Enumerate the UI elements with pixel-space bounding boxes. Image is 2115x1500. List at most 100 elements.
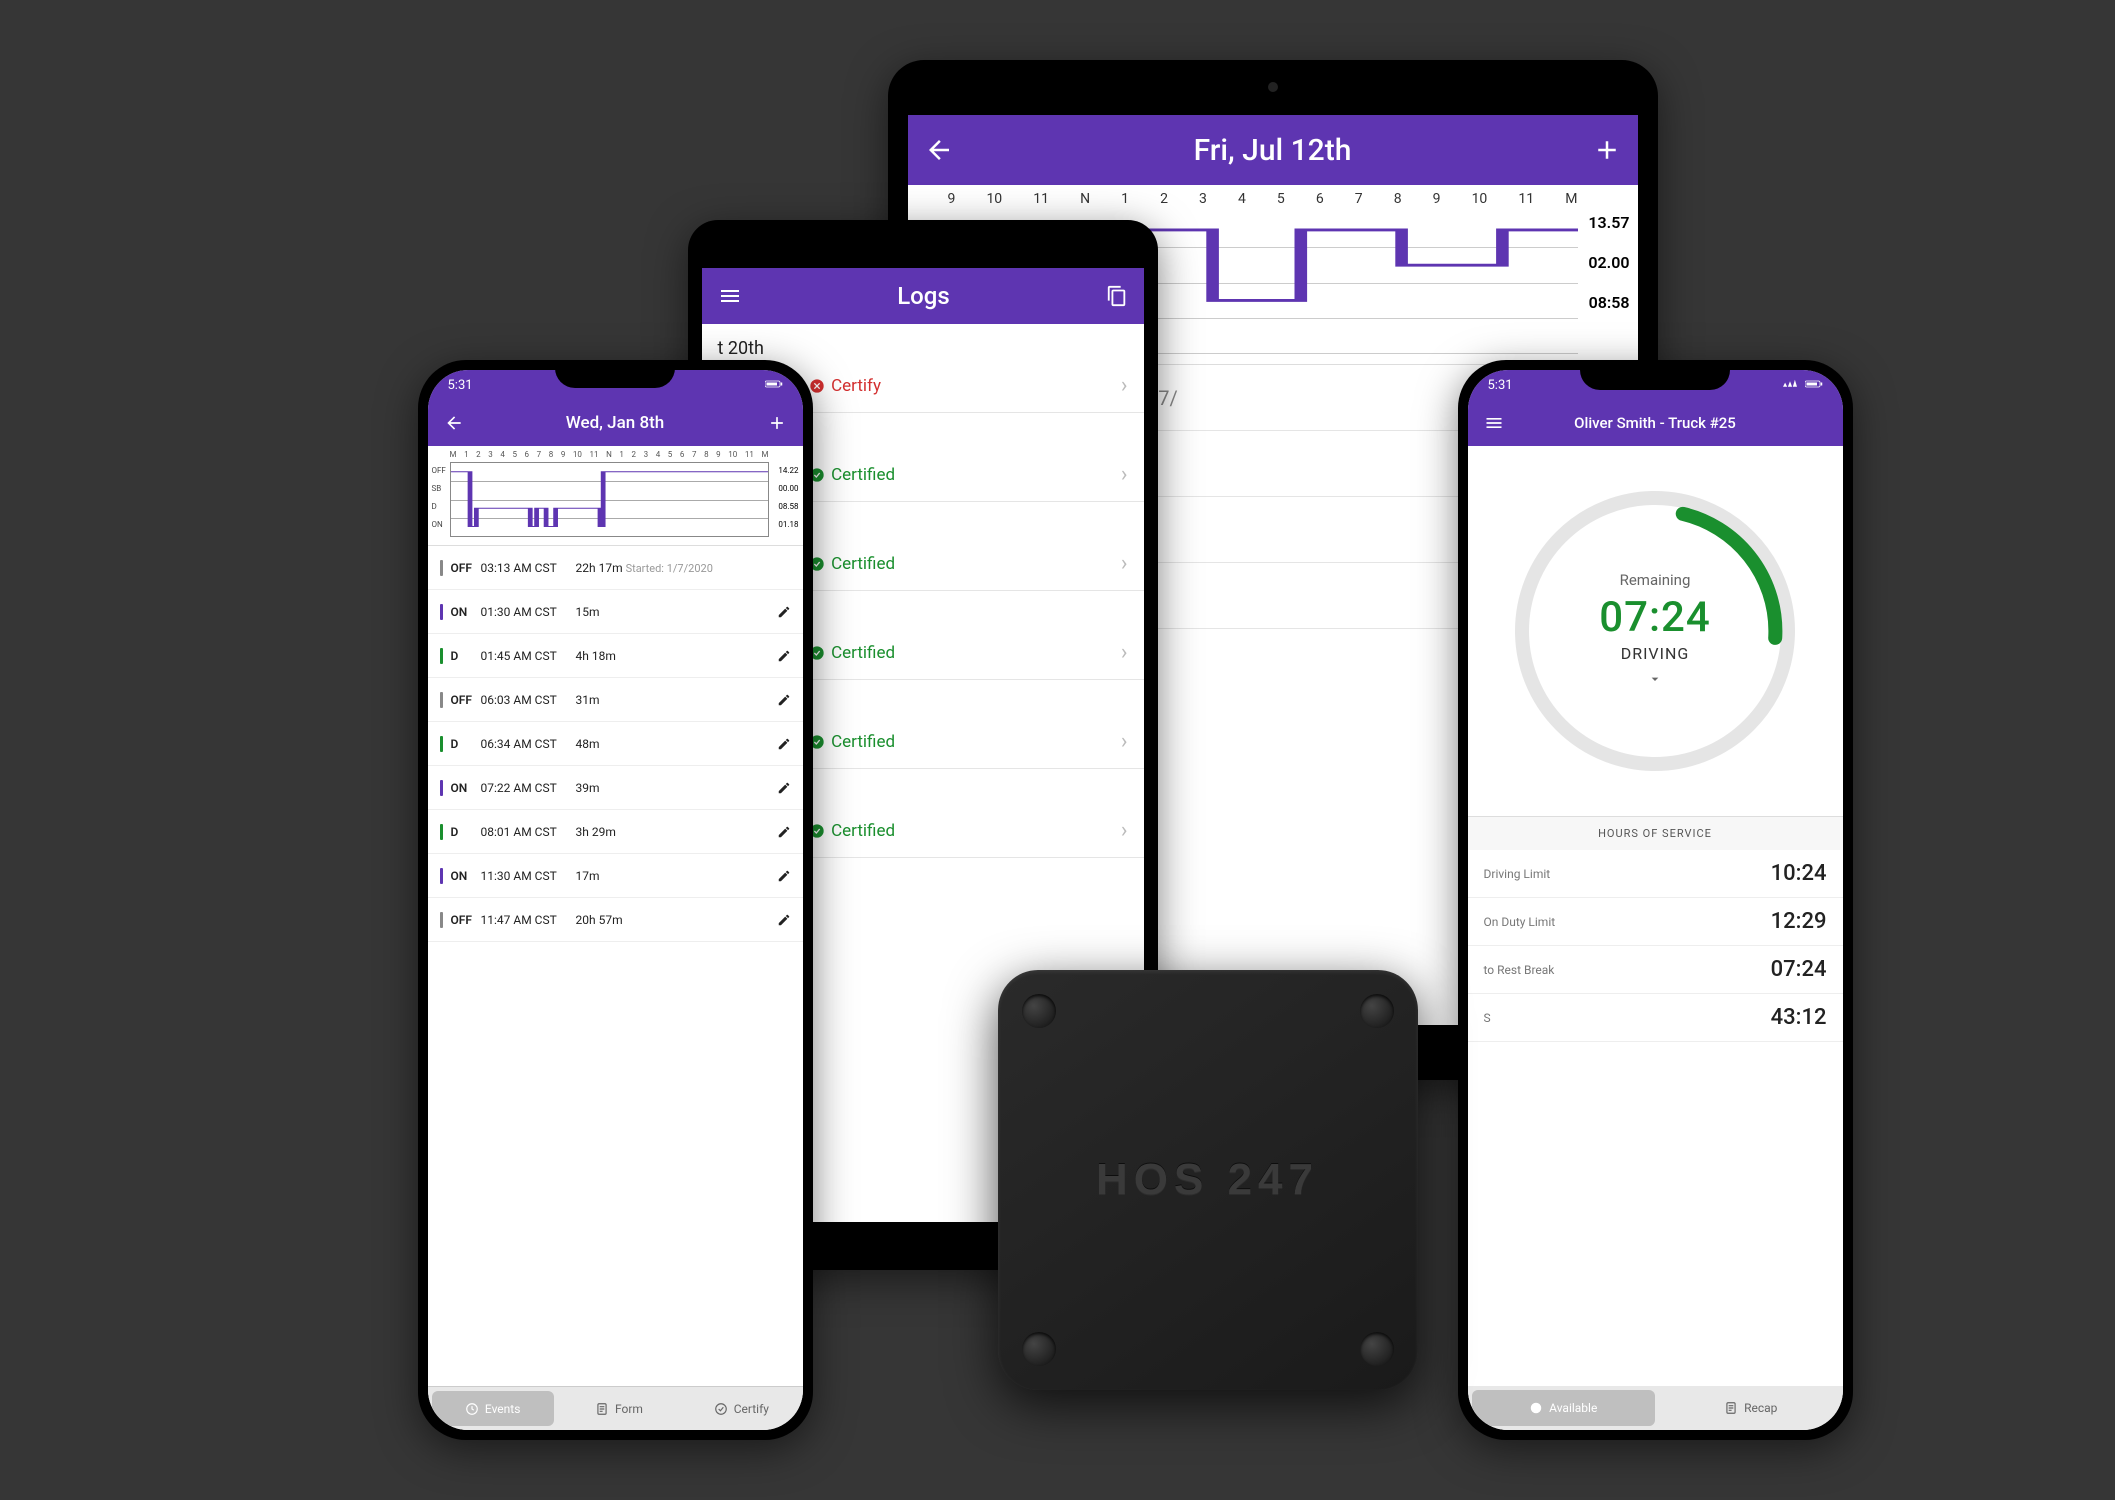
hour-tick: 11 [1518, 191, 1534, 207]
chart-total-1: 13.57 [1588, 213, 1629, 232]
hours-of-service: HOURS OF SERVICE Driving Limit10:24On Du… [1468, 816, 1843, 1042]
edit-icon[interactable] [777, 693, 791, 707]
back-icon[interactable] [924, 135, 954, 165]
hour-tick: 6 [1316, 191, 1324, 207]
edit-icon[interactable] [777, 737, 791, 751]
event-status: ON [451, 869, 481, 883]
event-status: ON [451, 605, 481, 619]
phone-left-tabs: Events Form Certify [428, 1386, 803, 1430]
add-icon[interactable] [767, 413, 787, 433]
hour-tick: 9 [948, 191, 956, 207]
phone-left-screen: 5:31 Wed, Jan 8th M1234567891011N1234567… [428, 370, 803, 1430]
event-duration: 22h 17m Started: 1/7/2020 [576, 561, 791, 575]
event-row[interactable]: ON 07:22 AM CST 39m [428, 766, 803, 810]
menu-icon[interactable] [1484, 413, 1504, 433]
edit-icon[interactable] [777, 913, 791, 927]
hour-tick: 10 [986, 191, 1002, 207]
edit-icon[interactable] [777, 605, 791, 619]
gauge-remaining-label: Remaining [1620, 571, 1691, 589]
gauge-time: 07:24 [1599, 593, 1711, 642]
event-duration: 48m [576, 737, 777, 751]
tablet-large-title: Fri, Jul 12th [954, 133, 1592, 168]
certify-status: Certified [809, 465, 895, 485]
tablet-large-header: Fri, Jul 12th [908, 115, 1638, 185]
status-color-bar [440, 868, 443, 884]
event-row[interactable]: D 01:45 AM CST 4h 18m [428, 634, 803, 678]
event-row[interactable]: ON 11:30 AM CST 17m [428, 854, 803, 898]
phone-left: 5:31 Wed, Jan 8th M1234567891011N1234567… [418, 360, 813, 1440]
back-icon[interactable] [444, 413, 464, 433]
certify-status: Certify [809, 376, 881, 396]
camera-dot [1268, 82, 1278, 92]
event-status: OFF [451, 561, 481, 575]
status-color-bar [440, 824, 443, 840]
edit-icon[interactable] [777, 825, 791, 839]
event-time: 01:30 AM CST [481, 605, 576, 619]
hour-tick: M [1565, 191, 1577, 207]
log-date: t 20th [702, 324, 1144, 365]
event-row[interactable]: OFF 03:13 AM CST 22h 17m Started: 1/7/20… [428, 546, 803, 590]
menu-icon[interactable] [718, 284, 742, 308]
event-row[interactable]: D 08:01 AM CST 3h 29m [428, 810, 803, 854]
driving-gauge[interactable]: Remaining 07:24 DRIVING [1468, 446, 1843, 816]
status-time: 5:31 [448, 378, 473, 393]
phone-right-title: Oliver Smith - Truck #25 [1504, 414, 1807, 432]
hour-tick: 5 [1277, 191, 1285, 207]
hos-row[interactable]: Driving Limit10:24 [1468, 850, 1843, 898]
chevron-right-icon: › [1121, 818, 1128, 843]
hos-row[interactable]: On Duty Limit12:29 [1468, 898, 1843, 946]
event-time: 03:13 AM CST [481, 561, 576, 575]
device-brand: HOS 247 [998, 970, 1418, 1390]
event-duration: 3h 29m [576, 825, 777, 839]
edit-icon[interactable] [777, 649, 791, 663]
hos-row[interactable]: S43:12 [1468, 994, 1843, 1042]
chevron-right-icon: › [1121, 373, 1128, 398]
event-row[interactable]: D 06:34 AM CST 48m [428, 722, 803, 766]
chevron-down-icon[interactable] [1647, 671, 1663, 691]
hos-label: Driving Limit [1484, 867, 1771, 881]
event-status: D [451, 825, 481, 839]
status-time: 5:31 [1488, 378, 1513, 393]
hos-title: HOURS OF SERVICE [1468, 817, 1843, 850]
hour-tick: 8 [1394, 191, 1402, 207]
certify-status: Certified [809, 643, 895, 663]
chart-total-2: 02.00 [1588, 253, 1629, 272]
tablet-small-title: Logs [742, 282, 1106, 310]
tab-certify[interactable]: Certify [680, 1387, 802, 1430]
add-icon[interactable] [1592, 135, 1622, 165]
tab-events[interactable]: Events [432, 1391, 554, 1426]
tab-available[interactable]: Available [1472, 1390, 1656, 1426]
phone-notch [555, 360, 675, 388]
tab-form[interactable]: Form [558, 1387, 680, 1430]
chevron-right-icon: › [1121, 729, 1128, 754]
hos-value: 12:29 [1771, 909, 1827, 934]
tab-recap[interactable]: Recap [1659, 1386, 1843, 1430]
tablet-small-header: Logs [702, 268, 1144, 324]
hour-tick: 2 [1160, 191, 1168, 207]
event-time: 01:45 AM CST [481, 649, 576, 663]
event-status: OFF [451, 693, 481, 707]
event-time: 06:34 AM CST [481, 737, 576, 751]
status-color-bar [440, 692, 443, 708]
phone-notch [1580, 360, 1730, 390]
hour-tick: 9 [1433, 191, 1441, 207]
duty-status-chart-small: M1234567891011N1234567891011M OFFSBDON 1… [428, 446, 803, 546]
hos-value: 10:24 [1771, 861, 1827, 886]
status-color-bar [440, 780, 443, 796]
event-row[interactable]: ON 01:30 AM CST 15m [428, 590, 803, 634]
event-status: D [451, 737, 481, 751]
event-row[interactable]: OFF 06:03 AM CST 31m [428, 678, 803, 722]
copy-icon[interactable] [1106, 285, 1128, 307]
event-row[interactable]: OFF 11:47 AM CST 20h 57m [428, 898, 803, 942]
hos-row[interactable]: to Rest Break07:24 [1468, 946, 1843, 994]
edit-icon[interactable] [777, 869, 791, 883]
hos-label: to Rest Break [1484, 963, 1771, 977]
event-duration: 4h 18m [576, 649, 777, 663]
hos-value: 43:12 [1771, 1005, 1827, 1030]
edit-icon[interactable] [777, 781, 791, 795]
certify-status: Certified [809, 732, 895, 752]
chevron-right-icon: › [1121, 640, 1128, 665]
event-duration: 17m [576, 869, 777, 883]
event-time: 08:01 AM CST [481, 825, 576, 839]
event-time: 07:22 AM CST [481, 781, 576, 795]
